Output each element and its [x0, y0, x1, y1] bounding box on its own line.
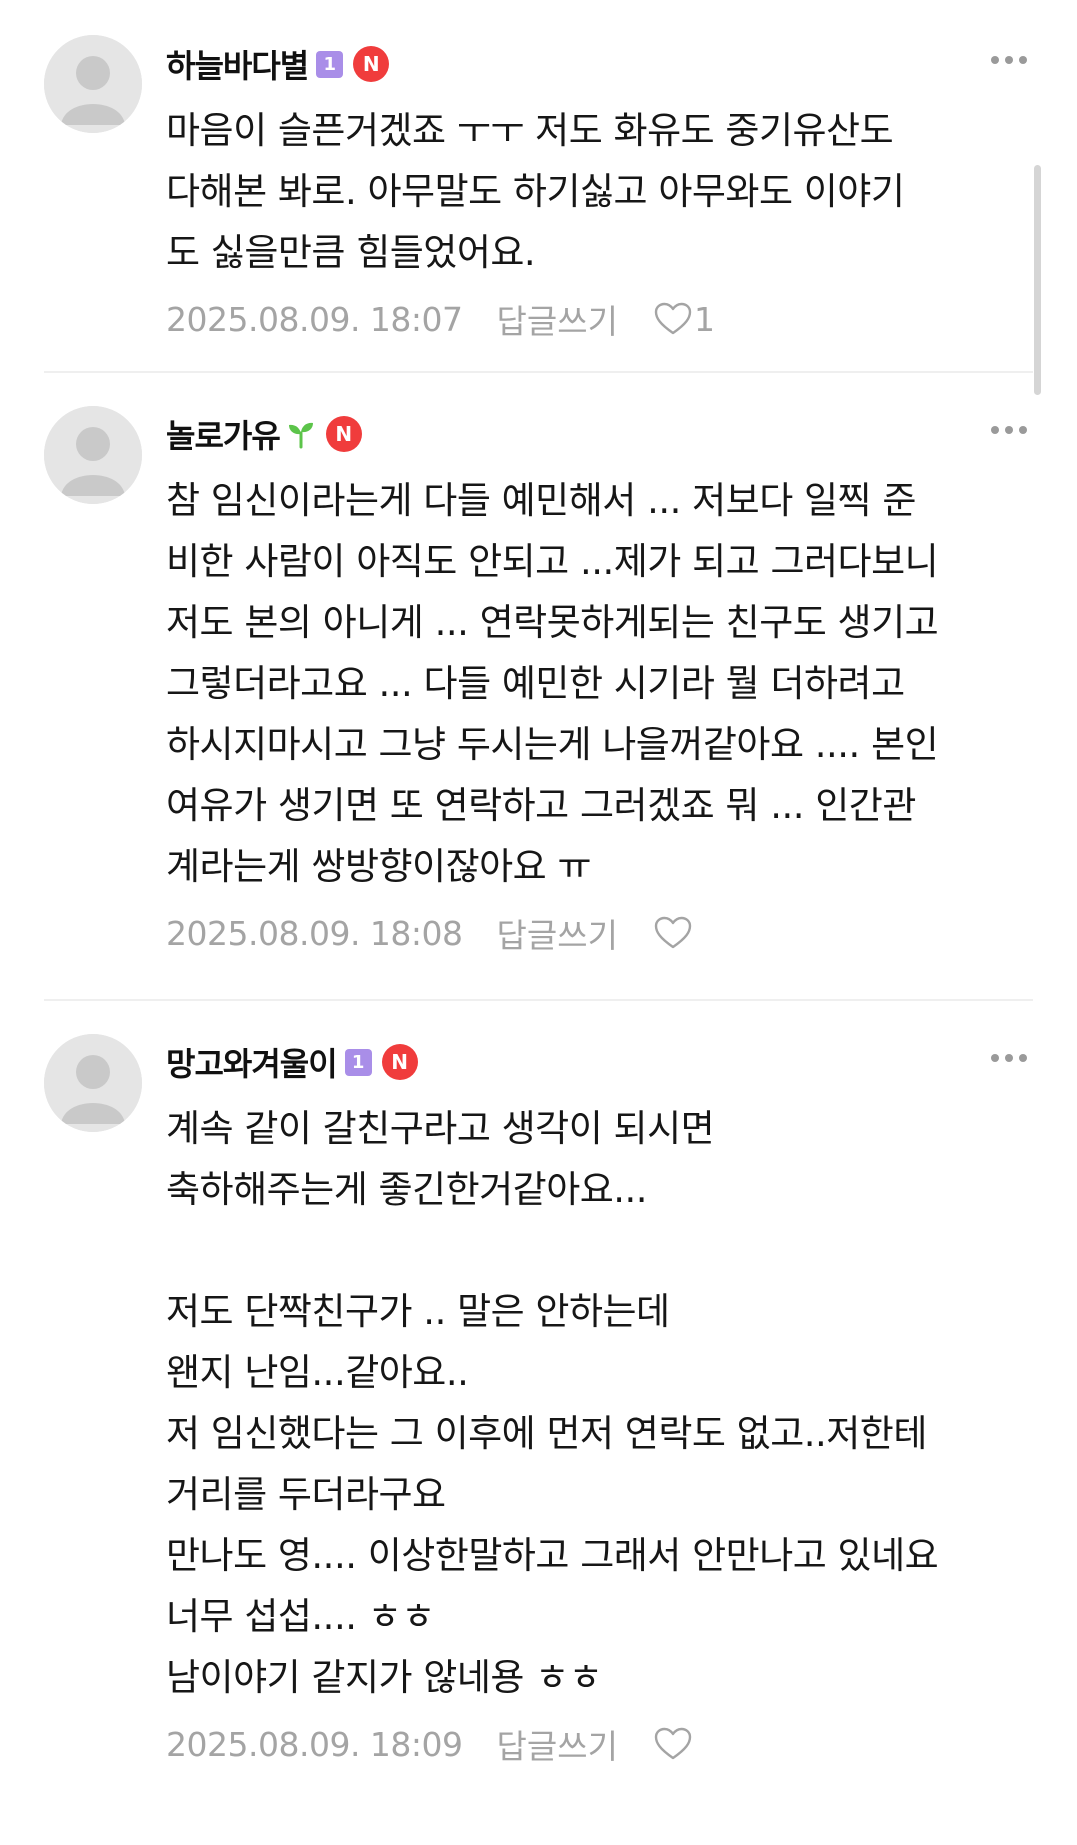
- heart-outline-icon: [654, 916, 692, 949]
- comment-line: 참 임신이라는게 다들 예민해서 ... 저보다 일찍 준: [166, 479, 916, 522]
- comment-header: 망고와겨울이 1 N: [166, 1038, 1033, 1086]
- more-dots-icon: [991, 426, 999, 434]
- more-dots-icon: [991, 56, 999, 64]
- like-button[interactable]: [654, 916, 694, 950]
- comment-text: 마음이 슬픈거겠죠 ㅜㅜ 저도 화유도 중기유산도 다해본 봐로. 아무말도 하…: [166, 100, 1033, 283]
- comment-line: 그렇더라고요 ... 다들 예민한 시기라 뭘 더하려고: [166, 662, 905, 705]
- comment-line: 거리를 두더라구요: [166, 1473, 446, 1516]
- comment-item: 하늘바다별 1 N 마음이 슬픈거겠죠 ㅜㅜ 저도 화유도 중기유산도 다해본 …: [0, 0, 1077, 351]
- comment-line: 왠지 난임...같아요..: [166, 1351, 469, 1394]
- reply-button[interactable]: 답글쓰기: [497, 909, 618, 957]
- comment-text: 참 임신이라는게 다들 예민해서 ... 저보다 일찍 준 비한 사람이 아직도…: [166, 470, 1033, 897]
- avatar[interactable]: [44, 406, 142, 504]
- comment-line: 하시지마시고 그냥 두시는게 나을꺼같아요 .... 본인: [166, 723, 939, 766]
- avatar[interactable]: [44, 1034, 142, 1132]
- comment-header: 하늘바다별 1 N: [166, 40, 1033, 88]
- comment-date: 2025.08.09. 18:07: [166, 299, 463, 339]
- like-button[interactable]: [654, 1727, 694, 1761]
- level-badge: 1: [344, 1048, 372, 1076]
- reply-button[interactable]: 답글쓰기: [497, 295, 618, 343]
- comment-line: 여유가 생기면 또 연락하고 그러겠죠 뭐 ... 인간관: [166, 784, 916, 827]
- new-badge: N: [381, 1044, 418, 1080]
- comment-line: 남이야기 같지가 않네용 ㅎㅎ: [166, 1656, 603, 1699]
- new-badge: N: [325, 416, 362, 452]
- comment-line: [166, 1220, 1033, 1281]
- comment-line: 만나도 영.... 이상한말하고 그래서 안만나고 있네요: [166, 1534, 939, 1577]
- default-avatar-icon: [44, 35, 142, 133]
- comment-header: 놀로가유 N: [166, 410, 1033, 458]
- reply-button[interactable]: 답글쓰기: [497, 1720, 618, 1768]
- nickname[interactable]: 하늘바다별: [166, 41, 309, 87]
- more-dots-icon: [991, 1054, 999, 1062]
- sprout-icon: [286, 419, 316, 449]
- comment-line: 마음이 슬픈거겠죠 ㅜㅜ 저도 화유도 중기유산도: [166, 109, 894, 152]
- more-options-button[interactable]: [985, 50, 1033, 70]
- comment-line: 다해본 봐로. 아무말도 하기싫고 아무와도 이야기: [166, 170, 905, 213]
- heart-outline-icon: [654, 1727, 692, 1760]
- comment-line: 저 임신했다는 그 이후에 먼저 연락도 없고..저한테: [166, 1412, 927, 1455]
- default-avatar-icon: [44, 406, 142, 504]
- new-badge: N: [353, 46, 390, 82]
- comment-line: 축하해주는게 좋긴한거같아요...: [166, 1168, 648, 1211]
- more-options-button[interactable]: [985, 1048, 1033, 1068]
- comment-line: 비한 사람이 아직도 안되고 ...제가 되고 그러다보니: [166, 540, 939, 583]
- nickname[interactable]: 놀로가유: [166, 411, 281, 457]
- comment-line: 저도 본의 아니게 ... 연락못하게되는 친구도 생기고: [166, 601, 939, 644]
- more-options-button[interactable]: [985, 420, 1033, 440]
- comment-date: 2025.08.09. 18:09: [166, 1724, 463, 1764]
- comment-meta: 2025.08.09. 18:08 답글쓰기: [166, 901, 1033, 965]
- level-badge: 1: [316, 50, 344, 78]
- comment-text: 계속 같이 갈친구라고 생각이 되시면 축하해주는게 좋긴한거같아요... 저도…: [166, 1098, 1033, 1708]
- comment-meta: 2025.08.09. 18:07 답글쓰기 1: [166, 287, 1033, 351]
- nickname[interactable]: 망고와겨울이: [166, 1039, 338, 1085]
- comment-line: 너무 섭섭.... ㅎㅎ: [166, 1595, 435, 1638]
- comment-item: 놀로가유 N 참 임신이라는게 다들 예민해서 ... 저보다 일찍 준 비한 …: [0, 373, 1077, 965]
- comment-meta: 2025.08.09. 18:09 답글쓰기: [166, 1712, 1033, 1776]
- scrollbar[interactable]: [1034, 165, 1041, 395]
- comment-line: 계라는게 쌍방향이잖아요 ㅠ: [166, 845, 592, 888]
- like-button[interactable]: 1: [654, 300, 715, 339]
- comment-line: 저도 단짝친구가 .. 말은 안하는데: [166, 1290, 670, 1333]
- comment-date: 2025.08.09. 18:08: [166, 913, 463, 953]
- comment-line: 도 싫을만큼 힘들었어요.: [166, 231, 536, 274]
- default-avatar-icon: [44, 1034, 142, 1132]
- like-count: 1: [693, 299, 715, 339]
- comment-line: 계속 같이 갈친구라고 생각이 되시면: [166, 1107, 715, 1150]
- comment-item: 망고와겨울이 1 N 계속 같이 갈친구라고 생각이 되시면 축하해주는게 좋긴…: [0, 1001, 1077, 1776]
- avatar[interactable]: [44, 35, 142, 133]
- heart-outline-icon: [654, 302, 692, 335]
